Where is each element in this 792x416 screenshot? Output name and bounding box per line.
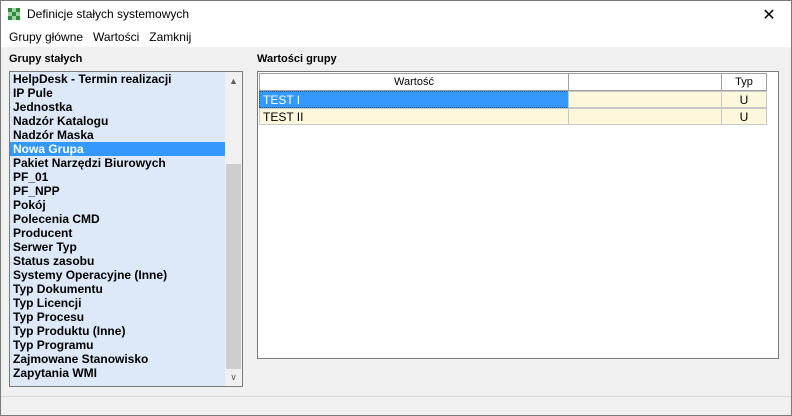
list-item[interactable]: Nadzór Katalogu	[10, 114, 226, 128]
groups-list: HelpDesk - Termin realizacji IP Pule Jedno…	[10, 72, 226, 380]
cell-value[interactable]: TEST I	[259, 91, 569, 108]
list-item[interactable]: Zajmowane Stanowisko	[10, 352, 226, 366]
list-item[interactable]: PF_NPP	[10, 184, 226, 198]
cell-type[interactable]: U	[721, 108, 767, 125]
column-header-typ[interactable]: Typ	[721, 73, 767, 91]
list-item[interactable]: IP Pule	[10, 86, 226, 100]
column-header-wartosc[interactable]: Wartość	[259, 73, 569, 91]
menu-zamknij[interactable]: Zamknij	[145, 29, 197, 47]
scroll-thumb[interactable]	[226, 164, 241, 369]
list-item[interactable]: Jednostka	[10, 100, 226, 114]
column-header-blank[interactable]	[568, 73, 722, 91]
list-item[interactable]: Nadzór Maska	[10, 128, 226, 142]
list-item[interactable]: Typ Produktu (Inne)	[10, 324, 226, 338]
app-checkerboard-icon	[8, 8, 20, 20]
list-item[interactable]: Systemy Operacyjne (Inne)	[10, 268, 226, 282]
list-item[interactable]: Serwer Typ	[10, 240, 226, 254]
groups-label: Grupy stałych	[9, 53, 83, 65]
list-item[interactable]: Producent	[10, 226, 226, 240]
menu-bar: Grupy główne Wartości Zamknij	[1, 29, 791, 47]
table-row[interactable]: TEST I U	[259, 91, 767, 108]
groups-listbox[interactable]: HelpDesk - Termin realizacji IP Pule Jedno…	[9, 71, 243, 387]
title-bar: Definicje stałych systemowych ✕	[1, 1, 791, 29]
cell-blank[interactable]	[568, 91, 722, 108]
list-item[interactable]: Nowa Grupa	[10, 142, 226, 156]
list-item[interactable]: Pakiet Narzędzi Biurowych	[10, 156, 226, 170]
menu-grupy-glowne[interactable]: Grupy główne	[1, 29, 89, 47]
table-row[interactable]: TEST II U	[259, 108, 767, 125]
close-icon[interactable]: ✕	[747, 1, 791, 29]
window-title: Definicje stałych systemowych	[27, 7, 190, 21]
menu-wartosci[interactable]: Wartości	[89, 29, 145, 47]
list-item[interactable]: Typ Programu	[10, 338, 226, 352]
list-item[interactable]: Status zasobu	[10, 254, 226, 268]
list-item[interactable]: HelpDesk - Termin realizacji	[10, 72, 226, 86]
list-item[interactable]: Zapytania WMI	[10, 366, 226, 380]
values-label: Wartości grupy	[257, 53, 337, 65]
list-item[interactable]: Typ Procesu	[10, 310, 226, 324]
list-item[interactable]: PF_01	[10, 170, 226, 184]
scroll-down-icon[interactable]: ∨	[225, 369, 242, 386]
cell-blank[interactable]	[568, 108, 722, 125]
grid-header: Wartość Typ	[259, 73, 767, 91]
values-grid[interactable]: Wartość Typ TEST I U TEST II U	[257, 71, 779, 359]
scroll-up-icon[interactable]: ▲	[225, 72, 242, 89]
cell-value[interactable]: TEST II	[259, 108, 569, 125]
list-item[interactable]: Pokój	[10, 198, 226, 212]
vertical-scrollbar[interactable]: ▲ ∨	[225, 72, 242, 386]
list-item[interactable]: Polecenia CMD	[10, 212, 226, 226]
status-bar	[1, 396, 791, 415]
dialog-window: Definicje stałych systemowych ✕ Grupy gł…	[0, 0, 792, 416]
list-item[interactable]: Typ Dokumentu	[10, 282, 226, 296]
list-item[interactable]: Typ Licencji	[10, 296, 226, 310]
cell-type[interactable]: U	[721, 91, 767, 108]
